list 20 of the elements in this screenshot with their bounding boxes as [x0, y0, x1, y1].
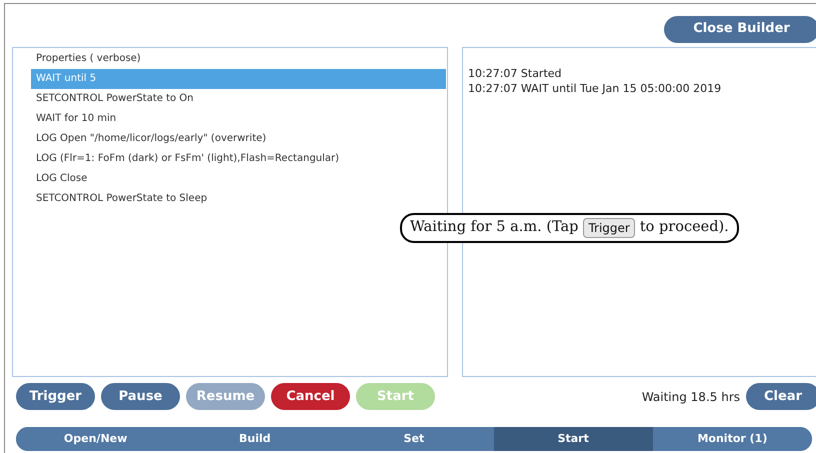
program-step[interactable]: SETCONTROL PowerState to Sleep	[31, 189, 446, 209]
clear-button[interactable]: Clear	[746, 383, 816, 410]
callout-text: to proceed).	[640, 218, 729, 237]
log-line: 10:27:07 WAIT until Tue Jan 15 05:00:00 2019	[468, 81, 722, 96]
close-builder-button[interactable]: Close Builder	[664, 16, 816, 42]
program-step[interactable]: LOG Close	[31, 169, 446, 189]
callout-text: Waiting for 5 a.m. (Tap	[410, 218, 578, 237]
program-step[interactable]: LOG (Flr=1: FoFm (dark) or FsFm' (light),Flash=Rectangular)	[31, 149, 446, 169]
nav-tab[interactable]: Start	[494, 427, 653, 451]
program-step[interactable]: Properties ( verbose)	[31, 49, 446, 69]
program-step[interactable]: LOG Open "/home/licor/logs/early" (overwrite)	[31, 129, 446, 149]
trigger-key: Trigger	[583, 218, 635, 238]
log-line: 10:27:07 Started	[468, 66, 563, 81]
action-button[interactable]: Trigger	[16, 383, 95, 410]
program-step[interactable]: WAIT until 5	[31, 69, 446, 89]
program-step[interactable]: WAIT for 10 min	[31, 109, 446, 129]
action-button[interactable]: Cancel	[271, 383, 350, 410]
status-text: Waiting 18.5 hrs	[642, 388, 740, 406]
program-step[interactable]: SETCONTROL PowerState to On	[31, 89, 446, 109]
action-button[interactable]: Pause	[101, 383, 180, 410]
